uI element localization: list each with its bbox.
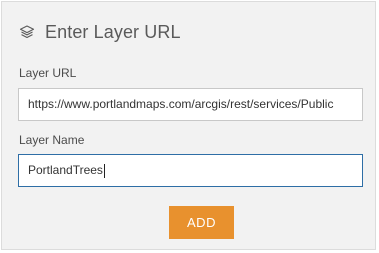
layers-icon	[18, 23, 36, 41]
layer-url-label: Layer URL	[19, 66, 77, 80]
layer-url-value: https://www.portlandmaps.com/arcgis/rest…	[28, 97, 334, 111]
panel-header: Enter Layer URL	[18, 19, 181, 45]
panel-title: Enter Layer URL	[45, 21, 181, 42]
add-button[interactable]: ADD	[169, 206, 234, 239]
layer-name-input[interactable]: PortlandTrees	[18, 154, 363, 187]
layer-url-input[interactable]: https://www.portlandmaps.com/arcgis/rest…	[18, 88, 363, 121]
layer-name-value: PortlandTrees	[28, 163, 103, 177]
text-caret	[103, 163, 105, 178]
enter-layer-url-panel: Enter Layer URL Layer URL https://www.po…	[1, 1, 376, 250]
layer-name-label: Layer Name	[19, 133, 85, 147]
